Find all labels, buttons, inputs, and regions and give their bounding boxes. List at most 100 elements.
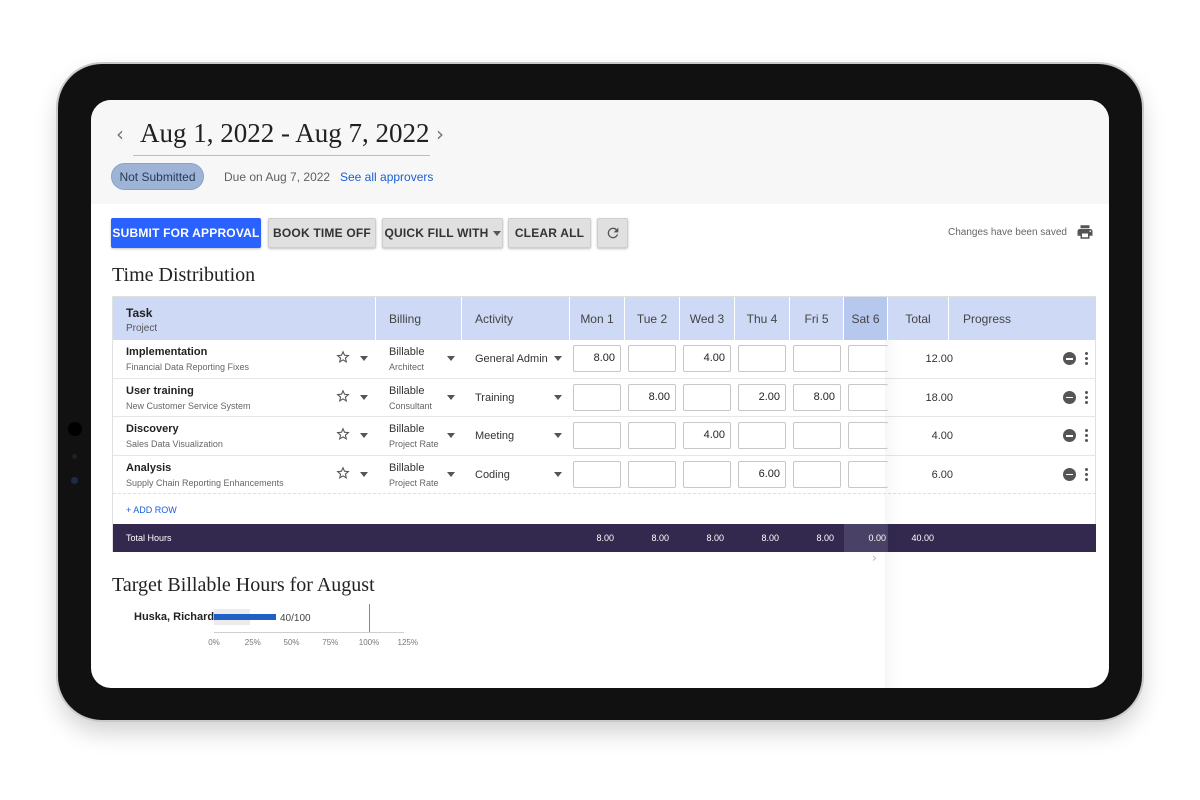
table-row: User training New Customer Service Syste… — [113, 379, 1096, 417]
day-column-header: Tue 2 — [625, 297, 680, 340]
billing-dropdown-icon[interactable] — [447, 394, 455, 400]
star-outline-icon[interactable] — [335, 465, 351, 481]
minus-circle-icon[interactable] — [1063, 467, 1076, 481]
hours-input[interactable] — [628, 460, 676, 488]
minus-circle-icon[interactable] — [1063, 352, 1076, 365]
hours-input[interactable] — [683, 383, 731, 411]
billing-dropdown-icon[interactable] — [447, 471, 455, 477]
hours-input[interactable] — [848, 422, 888, 449]
hours-input[interactable] — [683, 460, 731, 488]
task-name: Analysis — [126, 461, 172, 474]
hours-input[interactable] — [573, 460, 621, 488]
task-dropdown-icon[interactable] — [360, 471, 368, 477]
hours-input[interactable] — [573, 422, 621, 449]
billing-rate: Project Rate — [389, 477, 439, 488]
book-time-off-button[interactable]: BOOK TIME OFF — [268, 218, 376, 248]
day-column-header: Mon 1 — [570, 297, 625, 340]
see-approvers-link[interactable]: See all approvers — [340, 170, 433, 184]
activity-dropdown-icon[interactable] — [554, 433, 562, 438]
star-outline-icon[interactable] — [335, 426, 351, 442]
more-vertical-icon[interactable] — [1085, 467, 1088, 481]
hours-input[interactable] — [793, 345, 841, 372]
hours-input[interactable]: 8.00 — [793, 383, 841, 411]
chevron-right-icon[interactable]: › — [872, 551, 877, 565]
billing-type[interactable]: Billable — [389, 423, 424, 435]
activity-dropdown-icon[interactable] — [554, 471, 562, 477]
more-vertical-icon[interactable] — [1085, 390, 1088, 404]
chevron-right-icon[interactable]: › — [436, 122, 444, 146]
axis-tick-label: 0% — [208, 638, 220, 647]
submit-approval-button[interactable]: SUBMIT FOR APPROVAL — [111, 218, 261, 248]
hours-input[interactable] — [848, 345, 888, 372]
activity-dropdown-icon[interactable] — [554, 394, 562, 400]
hours-input[interactable] — [738, 422, 786, 449]
target-reference-line — [369, 604, 370, 633]
activity-select[interactable]: General Admin — [475, 353, 548, 365]
chevron-left-icon[interactable]: ‹ — [116, 122, 124, 146]
star-outline-icon[interactable] — [335, 388, 351, 404]
hours-input[interactable] — [628, 345, 676, 372]
task-dropdown-icon[interactable] — [360, 394, 368, 400]
add-row-link[interactable]: + ADD ROW — [126, 505, 177, 515]
hours-input[interactable]: 2.00 — [738, 383, 786, 411]
day-total: 8.00 — [706, 533, 724, 543]
target-progress-label: 40/100 — [280, 613, 311, 624]
camera-dot — [68, 422, 82, 436]
billing-rate: Consultant — [389, 400, 433, 411]
date-range-title[interactable]: Aug 1, 2022 - Aug 7, 2022 — [133, 114, 430, 156]
print-icon[interactable] — [1075, 223, 1095, 241]
hours-input[interactable]: 8.00 — [573, 345, 621, 372]
star-outline-icon[interactable] — [335, 349, 351, 365]
more-vertical-icon[interactable] — [1085, 429, 1088, 442]
activity-select[interactable]: Training — [475, 392, 514, 404]
day-column-header-sat: Sat 6 — [844, 297, 888, 340]
hours-input[interactable] — [793, 422, 841, 449]
total-hours-label: Total Hours — [126, 533, 172, 543]
activity-dropdown-icon[interactable] — [554, 356, 562, 361]
billing-type[interactable]: Billable — [389, 462, 424, 474]
refresh-button[interactable] — [597, 218, 628, 248]
row-total: 12.00 — [925, 353, 953, 365]
hours-input[interactable]: 4.00 — [683, 345, 731, 372]
axis-tick-label: 50% — [283, 638, 300, 647]
hours-input[interactable]: 4.00 — [683, 422, 731, 449]
billing-dropdown-icon[interactable] — [447, 433, 455, 438]
quick-fill-button[interactable]: QUICK FILL WITH — [382, 218, 503, 248]
billing-dropdown-icon[interactable] — [447, 356, 455, 361]
hours-input[interactable]: 8.00 — [628, 383, 676, 411]
hours-input[interactable] — [738, 345, 786, 372]
billing-type[interactable]: Billable — [389, 385, 424, 397]
table-row: Discovery Sales Data Visualization Billa… — [113, 417, 1096, 456]
activity-column-header: Activity — [462, 297, 570, 340]
task-header-label: Task — [126, 306, 153, 320]
task-dropdown-icon[interactable] — [360, 356, 368, 361]
minus-circle-icon[interactable] — [1063, 390, 1076, 404]
day-column-header: Fri 5 — [790, 297, 844, 340]
row-total: 18.00 — [925, 391, 953, 404]
minus-circle-icon[interactable] — [1063, 429, 1076, 442]
horizontal-scroll-shadow — [885, 340, 901, 688]
hours-input[interactable] — [848, 460, 888, 488]
refresh-icon — [607, 227, 618, 239]
target-person-name: Huska, Richard — [134, 611, 215, 623]
target-axis — [214, 632, 404, 633]
activity-select[interactable]: Meeting — [475, 430, 514, 442]
hours-input[interactable] — [793, 460, 841, 488]
chevron-down-icon — [492, 230, 501, 236]
status-badge: Not Submitted — [111, 163, 204, 190]
billing-rate: Architect — [389, 362, 425, 372]
hours-input[interactable]: 6.00 — [738, 460, 786, 488]
hours-input[interactable] — [628, 422, 676, 449]
clear-all-button[interactable]: CLEAR ALL — [508, 218, 591, 248]
hours-input[interactable] — [848, 383, 888, 411]
task-dropdown-icon[interactable] — [360, 433, 368, 438]
task-column-header: Task Project — [113, 297, 376, 340]
total-hours-row: Total Hours 8.00 8.00 8.00 8.00 8.00 0.0… — [113, 524, 1096, 552]
billing-type[interactable]: Billable — [389, 346, 424, 358]
hours-input[interactable] — [573, 383, 621, 411]
day-total: 8.00 — [816, 533, 834, 543]
activity-select[interactable]: Coding — [475, 469, 510, 481]
more-vertical-icon[interactable] — [1085, 352, 1088, 365]
task-name: Implementation — [126, 346, 208, 358]
table-row: Analysis Supply Chain Reporting Enhancem… — [113, 456, 1096, 494]
